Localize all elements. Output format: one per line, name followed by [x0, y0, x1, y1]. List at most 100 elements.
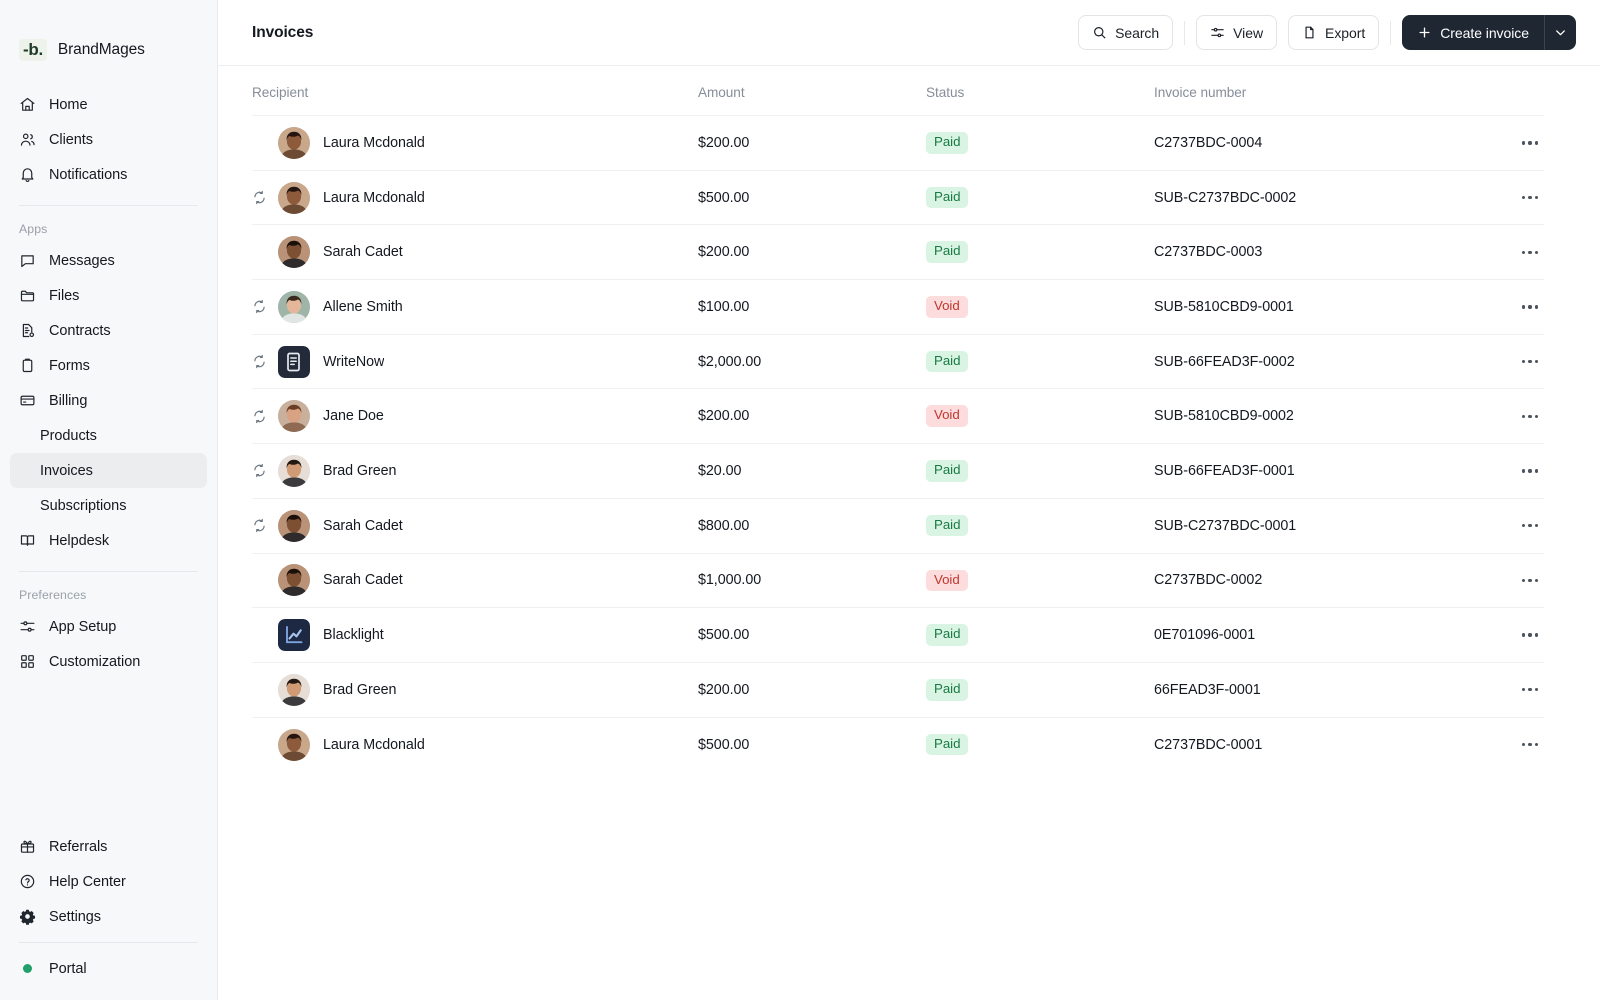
status-badge: Paid — [926, 624, 968, 646]
toolbar-separator-1 — [1184, 21, 1185, 45]
brand-logo[interactable]: -b. BrandMages — [0, 0, 217, 74]
avatar — [278, 236, 310, 268]
table-row[interactable]: Sarah Cadet$1,000.00VoidC2737BDC-0002 — [252, 553, 1544, 608]
row-actions-menu-button[interactable] — [1522, 190, 1538, 205]
sidebar-item-forms[interactable]: Forms — [10, 348, 207, 383]
amount-value: $200.00 — [698, 682, 749, 698]
table-row[interactable]: Laura Mcdonald$200.00PaidC2737BDC-0004 — [252, 116, 1544, 171]
table-header: Recipient Amount Status Invoice number — [252, 66, 1544, 116]
table-row[interactable]: Sarah Cadet $200.00Paid C2737BDC-0003 — [252, 225, 1544, 280]
table-row[interactable]: Laura Mcdonald$500.00PaidC2737BDC-0001 — [252, 717, 1544, 772]
folder-icon — [19, 287, 36, 304]
table-row[interactable]: Sarah Cadet$800.00PaidSUB-C2737BDC-0001 — [252, 498, 1544, 553]
row-actions-menu-button[interactable] — [1522, 409, 1538, 424]
sidebar-item-home[interactable]: Home — [10, 87, 207, 122]
row-actions-menu-button[interactable] — [1522, 518, 1538, 533]
row-actions-menu-button[interactable] — [1522, 682, 1538, 697]
cell-amount: $100.00 — [698, 280, 926, 335]
sidebar-item-app-setup[interactable]: App Setup — [10, 609, 207, 644]
cell-invoice-number: C2737BDC-0002 — [1154, 553, 1472, 608]
search-button[interactable]: Search — [1078, 15, 1173, 50]
column-header-status: Status — [926, 66, 1154, 116]
table-row[interactable]: Brad Green$200.00Paid66FEAD3F-0001 — [252, 662, 1544, 717]
sidebar-item-portal[interactable]: Portal — [10, 951, 207, 986]
table-row[interactable]: Brad Green$20.00PaidSUB-66FEAD3F-0001 — [252, 444, 1544, 499]
table-row[interactable]: WriteNow$2,000.00PaidSUB-66FEAD3F-0002 — [252, 334, 1544, 389]
row-actions-menu-button[interactable] — [1522, 299, 1538, 314]
row-actions-menu-button[interactable] — [1522, 354, 1538, 369]
view-button[interactable]: View — [1196, 15, 1277, 50]
amount-value: $2,000.00 — [698, 354, 761, 370]
amount-value: $200.00 — [698, 408, 749, 424]
row-actions-menu-button[interactable] — [1522, 627, 1538, 642]
table-row[interactable]: Blacklight$500.00Paid0E701096-0001 — [252, 608, 1544, 663]
avatar — [278, 619, 310, 651]
top-toolbar: Invoices Search View Export — [218, 0, 1600, 66]
amount-value: $200.00 — [698, 135, 749, 151]
row-actions-menu-button[interactable] — [1522, 245, 1538, 260]
table-row[interactable]: Allene Smith$100.00VoidSUB-5810CBD9-0001 — [252, 280, 1544, 335]
row-actions-menu-button[interactable] — [1522, 463, 1538, 478]
sidebar-section-apps-label: Apps — [0, 206, 217, 243]
avatar — [278, 510, 310, 542]
status-badge: Void — [926, 296, 968, 318]
sidebar-item-notifications[interactable]: Notifications — [10, 157, 207, 192]
cell-invoice-number: C2737BDC-0003 — [1154, 225, 1472, 280]
cell-recipient: Laura Mcdonald — [252, 116, 698, 171]
home-icon — [19, 96, 36, 113]
table-row[interactable]: Jane Doe$200.00VoidSUB-5810CBD9-0002 — [252, 389, 1544, 444]
sidebar-item-customization[interactable]: Customization — [10, 644, 207, 679]
invoices-table: Recipient Amount Status Invoice number L… — [252, 66, 1544, 772]
row-actions-menu-button[interactable] — [1522, 135, 1538, 150]
sidebar-item-referrals[interactable]: Referrals — [10, 829, 207, 864]
sidebar-item-messages[interactable]: Messages — [10, 243, 207, 278]
column-header-recipient: Recipient — [252, 66, 698, 116]
create-invoice-button[interactable]: Create invoice — [1402, 15, 1544, 50]
sidebar-item-files[interactable]: Files — [10, 278, 207, 313]
cell-recipient: Laura Mcdonald — [252, 717, 698, 772]
row-actions-menu-button[interactable] — [1522, 573, 1538, 588]
search-icon — [1092, 25, 1107, 40]
row-actions-menu-button[interactable] — [1522, 737, 1538, 752]
cell-invoice-number: 0E701096-0001 — [1154, 608, 1472, 663]
sidebar-item-help-center[interactable]: Help Center — [10, 864, 207, 899]
status-dot-icon — [19, 960, 36, 977]
invoice-number-value: SUB-5810CBD9-0002 — [1154, 408, 1294, 424]
recipient-name: Brad Green — [323, 682, 396, 698]
cell-amount: $800.00 — [698, 498, 926, 553]
cell-invoice-number: C2737BDC-0001 — [1154, 717, 1472, 772]
cell-amount: $20.00 — [698, 444, 926, 499]
export-button[interactable]: Export — [1288, 15, 1379, 50]
sidebar-item-billing[interactable]: Billing — [10, 383, 207, 418]
sidebar-item-label: Referrals — [49, 839, 107, 855]
sidebar-item-label: Helpdesk — [49, 533, 109, 549]
avatar — [278, 564, 310, 596]
status-badge: Paid — [926, 241, 968, 263]
sidebar-item-label: Clients — [49, 132, 93, 148]
table-row[interactable]: Laura Mcdonald$500.00PaidSUB-C2737BDC-00… — [252, 170, 1544, 225]
cell-amount: $2,000.00 — [698, 334, 926, 389]
status-badge: Paid — [926, 734, 968, 756]
status-badge: Void — [926, 405, 968, 427]
recipient-name: Sarah Cadet — [323, 244, 403, 260]
cell-recipient: Sarah Cadet — [252, 498, 698, 553]
amount-value: $800.00 — [698, 518, 749, 534]
cell-amount: $200.00 — [698, 225, 926, 280]
sidebar-item-label: Subscriptions — [40, 498, 126, 514]
recipient-name: Laura Mcdonald — [323, 737, 425, 753]
card-icon — [19, 392, 36, 409]
recurring-icon — [252, 354, 278, 369]
sidebar-item-label: Messages — [49, 253, 115, 269]
export-button-label: Export — [1325, 25, 1365, 41]
chevron-down-icon — [1553, 25, 1568, 40]
sidebar-item-clients[interactable]: Clients — [10, 122, 207, 157]
sidebar-item-helpdesk[interactable]: Helpdesk — [10, 523, 207, 558]
sidebar-item-contracts[interactable]: Contracts — [10, 313, 207, 348]
create-invoice-dropdown-button[interactable] — [1544, 15, 1576, 50]
sidebar-item-subscriptions[interactable]: Subscriptions — [10, 488, 207, 523]
sidebar-item-products[interactable]: Products — [10, 418, 207, 453]
sidebar-item-invoices[interactable]: Invoices — [10, 453, 207, 488]
status-badge: Paid — [926, 515, 968, 537]
column-header-actions — [1472, 66, 1544, 116]
sidebar-item-settings[interactable]: Settings — [10, 899, 207, 934]
